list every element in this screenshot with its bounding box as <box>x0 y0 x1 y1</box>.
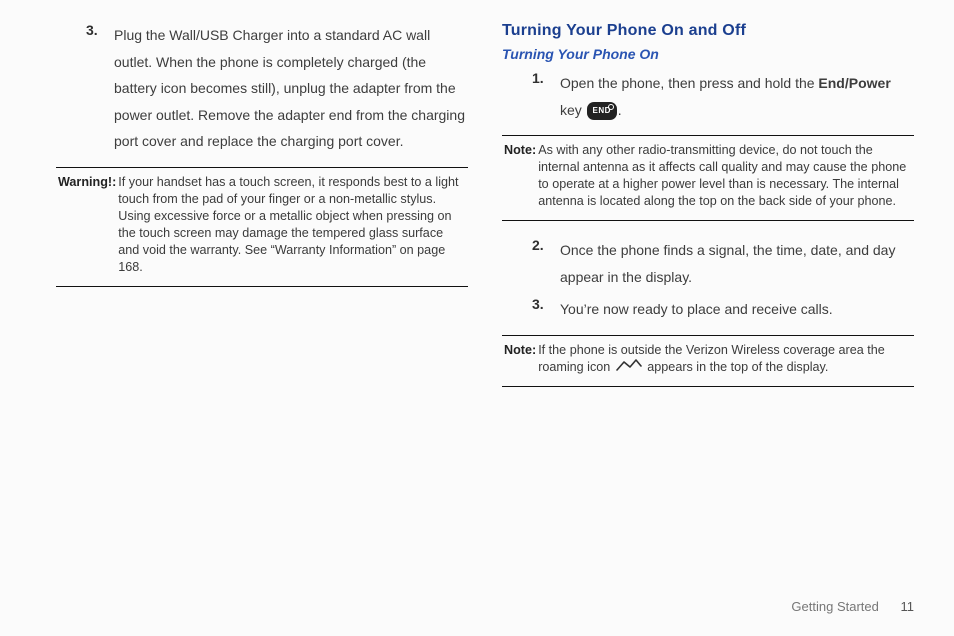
section-heading: Turning Your Phone On and Off <box>502 22 914 40</box>
list-item: 3. You’re now ready to place and receive… <box>532 296 914 323</box>
subsection-heading: Turning Your Phone On <box>502 46 914 62</box>
right-list-2: 2. Once the phone finds a signal, the ti… <box>502 237 914 323</box>
left-column: 3. Plug the Wall/USB Charger into a stan… <box>56 22 468 624</box>
page-number: 11 <box>901 599 915 614</box>
step1-bold: End/Power <box>818 75 890 91</box>
right-list-1: 1. Open the phone, then press and hold t… <box>502 70 914 123</box>
end-key-icon: END <box>587 102 617 120</box>
step-text: You’re now ready to place and receive ca… <box>560 296 914 323</box>
left-list: 3. Plug the Wall/USB Charger into a stan… <box>56 22 468 155</box>
list-item: 1. Open the phone, then press and hold t… <box>532 70 914 123</box>
warning-label: Warning!: <box>58 174 118 276</box>
step-text: Once the phone finds a signal, the time,… <box>560 237 914 290</box>
step-text: Plug the Wall/USB Charger into a standar… <box>114 22 468 155</box>
note-label: Note: <box>504 342 538 376</box>
step-number: 2. <box>532 237 560 290</box>
right-column: Turning Your Phone On and Off Turning Yo… <box>502 22 914 624</box>
step-number: 3. <box>86 22 114 155</box>
step1-pre: Open the phone, then press and hold the <box>560 75 818 91</box>
note-label: Note: <box>504 142 538 210</box>
note-block-1: Note: As with any other radio-transmitti… <box>502 135 914 221</box>
note-block-2: Note: If the phone is outside the Verizo… <box>502 335 914 387</box>
step1-post-a: key <box>560 102 586 118</box>
list-item: 2. Once the phone finds a signal, the ti… <box>532 237 914 290</box>
manual-page: 3. Plug the Wall/USB Charger into a stan… <box>0 0 954 636</box>
list-item: 3. Plug the Wall/USB Charger into a stan… <box>86 22 468 155</box>
page-footer: Getting Started 11 <box>791 599 914 614</box>
note-text: As with any other radio-transmitting dev… <box>538 142 912 210</box>
step1-post-b: . <box>618 102 622 118</box>
note2-text-b: appears in the top of the display. <box>647 360 828 374</box>
warning-block: Warning!: If your handset has a touch sc… <box>56 167 468 287</box>
note-text: If the phone is outside the Verizon Wire… <box>538 342 912 376</box>
step-text: Open the phone, then press and hold the … <box>560 70 914 123</box>
footer-section: Getting Started <box>791 599 878 614</box>
step-number: 3. <box>532 296 560 323</box>
step-number: 1. <box>532 70 560 123</box>
warning-text: If your handset has a touch screen, it r… <box>118 174 466 276</box>
roaming-icon <box>616 359 642 376</box>
